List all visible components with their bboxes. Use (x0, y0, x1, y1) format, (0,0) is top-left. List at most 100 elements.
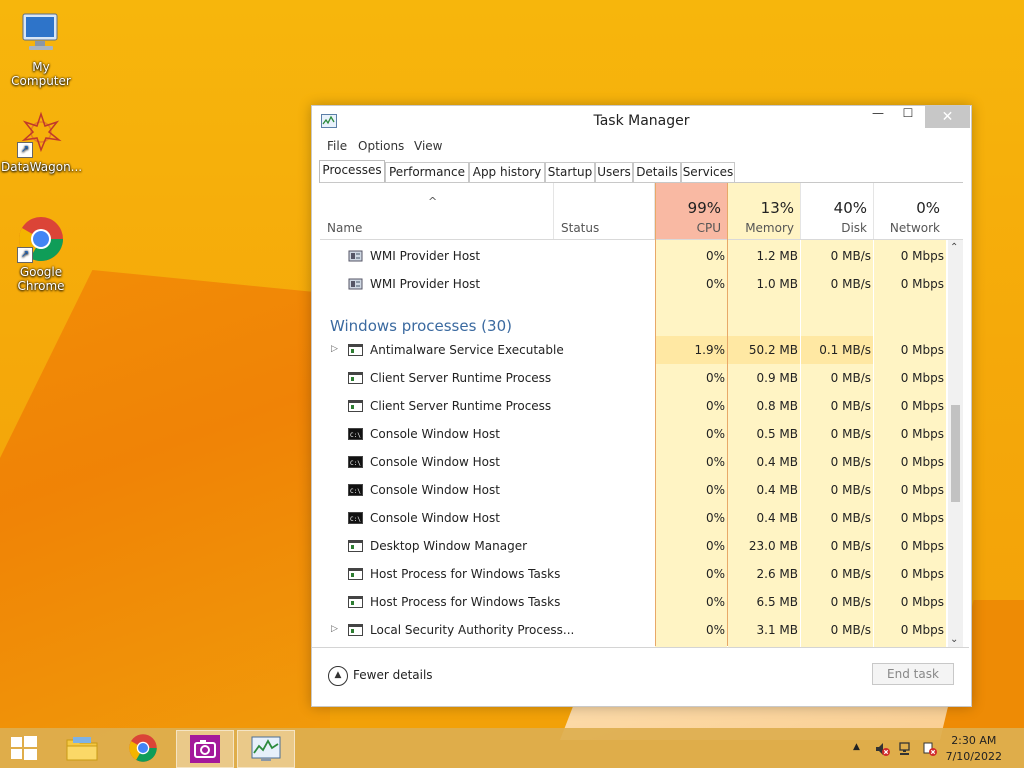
column-header-disk[interactable]: 40% Disk (801, 183, 874, 239)
process-row[interactable]: Desktop Window Manager 0% 23.0 MB 0 MB/s 0 M… (320, 532, 948, 560)
folder-icon (66, 737, 98, 761)
tab-processes[interactable]: Processes (319, 160, 385, 183)
datawagon-logo-icon: ↗ (17, 110, 65, 158)
process-row[interactable]: ▷ Antimalware Service Executable 1.9% 50.2 … (320, 336, 948, 364)
process-name: Host Process for Windows Tasks (370, 595, 561, 609)
process-name: WMI Provider Host (370, 277, 481, 291)
maximize-icon: ☐ (902, 106, 914, 120)
process-disk: 0 MB/s (830, 567, 871, 581)
clock[interactable]: 2:30 AM 7/10/2022 (946, 733, 1002, 765)
close-button[interactable]: ✕ (925, 106, 970, 128)
volume-muted-icon[interactable] (874, 741, 890, 757)
tab-services[interactable]: Services (681, 162, 735, 182)
process-row[interactable]: C:\ Console Window Host 0% 0.4 MB 0 MB/s 0 Mb… (320, 476, 948, 504)
menu-options[interactable]: Options (358, 139, 404, 153)
chrome-icon (129, 734, 157, 762)
computer-icon (17, 10, 65, 58)
process-list: WMI Provider Host 0% 1.2 MB 0 MB/s 0 Mbps WMI… (320, 240, 948, 647)
network-icon[interactable] (898, 741, 914, 757)
maximize-button[interactable]: ☐ (893, 106, 923, 128)
expand-chevron-icon[interactable]: ▷ (331, 624, 338, 634)
taskbar-camera-app[interactable] (176, 730, 234, 768)
tab-app-history[interactable]: App history (469, 162, 545, 182)
end-task-button[interactable]: End task (872, 663, 954, 685)
process-memory: 0.8 MB (756, 399, 798, 413)
tab-startup[interactable]: Startup (545, 162, 595, 182)
process-row[interactable]: C:\ Console Window Host 0% 0.4 MB 0 MB/s 0 Mb… (320, 504, 948, 532)
process-memory: 0.9 MB (756, 371, 798, 385)
process-row[interactable]: Host Process for Windows Tasks 0% 2.6 MB 0 … (320, 560, 948, 588)
process-row[interactable]: ▷ Local Security Authority Process... 0% 3.… (320, 616, 948, 644)
process-name: Console Window Host (370, 455, 500, 469)
column-status-label: Status (561, 221, 600, 235)
process-name: Antimalware Service Executable (370, 343, 564, 357)
taskbar: ▲ 2:30 AM 7/10/2022 (0, 728, 1024, 768)
process-disk: 0 MB/s (830, 371, 871, 385)
column-header-memory[interactable]: 13% Memory (728, 183, 801, 239)
column-header-status[interactable]: Status (554, 183, 655, 239)
start-button[interactable] (0, 730, 48, 766)
system-tray: ▲ (850, 728, 950, 768)
process-network: 0 Mbps (900, 511, 944, 525)
process-memory: 2.6 MB (756, 567, 798, 581)
title-bar[interactable]: Task Manager — ☐ ✕ (312, 106, 971, 136)
process-row[interactable]: WMI Provider Host 0% 1.2 MB 0 MB/s 0 Mbps (320, 242, 948, 270)
scrollbar-thumb[interactable] (951, 405, 960, 502)
process-cpu: 0% (705, 623, 725, 637)
fewer-details-link[interactable]: Fewer details (353, 668, 433, 682)
column-header-name[interactable]: ^ Name (320, 183, 554, 239)
process-row[interactable]: Client Server Runtime Process 0% 0.9 MB 0 M… (320, 364, 948, 392)
svg-text:C:\: C:\ (350, 488, 361, 495)
camera-icon (190, 735, 220, 763)
process-disk: 0 MB/s (830, 595, 871, 609)
tab-users[interactable]: Users (595, 162, 633, 182)
process-row[interactable]: C:\ Console Window Host 0% 0.4 MB 0 MB/s 0 Mb… (320, 448, 948, 476)
tab-performance[interactable]: Performance (385, 162, 469, 182)
process-network: 0 Mbps (900, 399, 944, 413)
chrome-icon: ↗ (17, 215, 65, 263)
shortcut-arrow-icon: ↗ (17, 247, 33, 263)
desktop-icon-datawagon[interactable]: ↗ DataWagon... (1, 110, 82, 174)
disk-total-percent: 40% (833, 199, 867, 217)
process-row[interactable]: C:\ Console Window Host 0% 0.5 MB 0 MB/s 0 Mb… (320, 420, 948, 448)
taskbar-chrome[interactable] (115, 730, 171, 766)
process-memory: 23.0 MB (748, 539, 798, 553)
process-disk: 0 MB/s (830, 277, 871, 291)
action-center-icon[interactable] (922, 741, 938, 757)
process-memory: 0.5 MB (756, 427, 798, 441)
taskbar-task-manager[interactable] (237, 730, 295, 768)
taskbar-file-explorer[interactable] (54, 730, 110, 766)
menu-file[interactable]: File (327, 139, 347, 153)
task-manager-window: Task Manager — ☐ ✕ File Options View Pro… (311, 105, 972, 707)
vertical-scrollbar[interactable]: ⌃ ⌄ (948, 240, 963, 647)
show-hidden-icons-icon[interactable]: ▲ (853, 742, 860, 752)
process-memory: 50.2 MB (748, 343, 798, 357)
tab-details[interactable]: Details (633, 162, 681, 182)
service-icon (348, 278, 363, 290)
scroll-up-icon[interactable]: ⌃ (950, 242, 958, 253)
minimize-button[interactable]: — (863, 106, 893, 128)
process-group-header[interactable]: Windows processes (30) (320, 298, 948, 336)
process-row[interactable]: WMI Provider Host 0% 1.0 MB 0 MB/s 0 Mbps (320, 270, 948, 298)
menu-view[interactable]: View (414, 139, 442, 153)
processes-panel: ^ Name Status 99% CPU 13% Memory 40% Dis… (320, 183, 963, 647)
process-row[interactable]: Host Process for Windows Tasks 0% 6.5 MB 0 … (320, 588, 948, 616)
close-icon: ✕ (941, 109, 954, 125)
memory-column-label: Memory (745, 221, 794, 235)
scroll-down-icon[interactable]: ⌄ (950, 634, 958, 645)
desktop-icon-google-chrome[interactable]: ↗ Google Chrome (1, 215, 81, 293)
column-header-network[interactable]: 0% Network (874, 183, 946, 239)
process-row[interactable]: Client Server Runtime Process 0% 0.8 MB 0 M… (320, 392, 948, 420)
service-icon (348, 250, 363, 262)
expand-chevron-icon[interactable]: ▷ (331, 344, 338, 354)
process-network: 0 Mbps (900, 539, 944, 553)
desktop-icon-my-computer[interactable]: My Computer (1, 10, 81, 88)
process-disk: 0 MB/s (830, 249, 871, 263)
process-cpu: 0% (705, 567, 725, 581)
process-cpu: 0% (705, 511, 725, 525)
fewer-details-icon[interactable]: ▲ (328, 666, 348, 686)
desktop-wallpaper-shape (0, 270, 330, 740)
column-header-cpu[interactable]: 99% CPU (655, 183, 728, 239)
app-window-icon (348, 568, 363, 580)
process-cpu: 0% (705, 399, 725, 413)
